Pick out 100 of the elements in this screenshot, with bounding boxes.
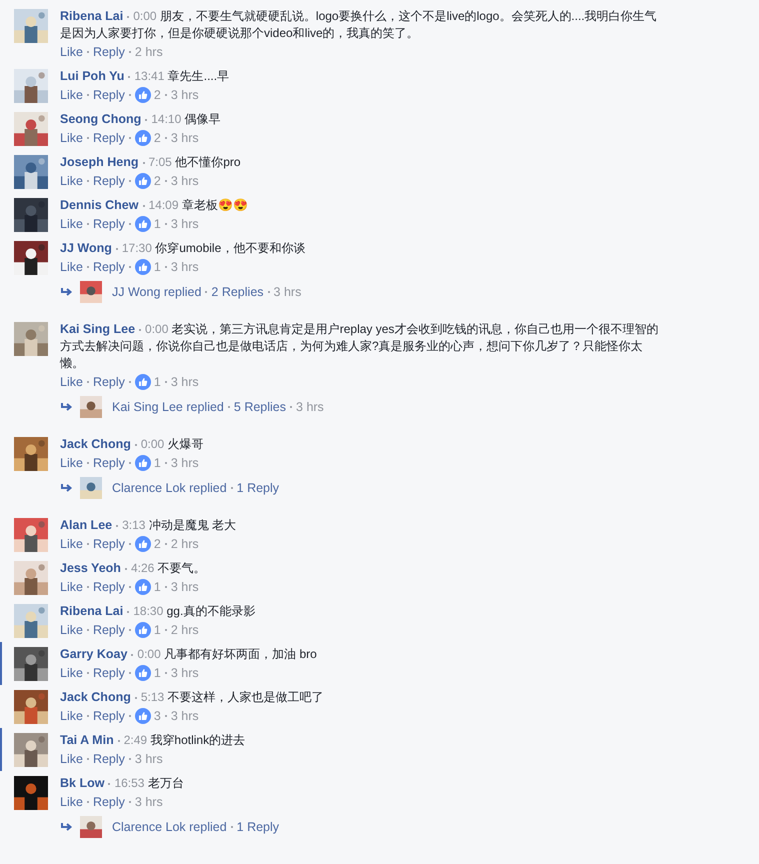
comment-text: Alan Lee 3:13 冲动是魔鬼 老大 — [60, 517, 238, 534]
like-link[interactable]: Like — [60, 258, 83, 276]
thumbs-up-icon — [134, 374, 151, 390]
comment-text: Seong Chong 14:10 偶像早 — [60, 111, 222, 128]
commenter-name-link[interactable]: Ribena Lai — [60, 9, 124, 23]
thumbs-up-icon — [134, 665, 151, 681]
reply-link[interactable]: Reply — [92, 750, 125, 768]
comment-text: Jack Chong 0:00 火爆哥 — [60, 436, 205, 453]
commenter-name-link[interactable]: Dennis Chew — [60, 198, 138, 212]
reply-age: 3 hrs — [296, 400, 324, 414]
commenter-name-link[interactable]: Jack Chong — [60, 437, 131, 451]
like-count[interactable]: 2 — [154, 172, 161, 190]
reply-link[interactable]: Reply — [92, 86, 125, 104]
comment-age[interactable]: 3 hrs — [134, 750, 163, 768]
commenter-name-link[interactable]: Bk Low — [60, 776, 104, 790]
replied-link[interactable]: Kai Sing Lee replied — [112, 400, 224, 414]
like-link[interactable]: Like — [60, 86, 83, 104]
thumbs-up-icon — [134, 173, 151, 189]
comment-age[interactable]: 3 hrs — [134, 793, 163, 811]
like-link[interactable]: Like — [60, 373, 83, 391]
comment-age[interactable]: 2 hrs — [170, 621, 199, 639]
commenter-name-link[interactable]: Lui Poh Yu — [60, 69, 124, 83]
reply-link[interactable]: Reply — [92, 129, 125, 147]
commenter-name-link[interactable]: Ribena Lai — [60, 604, 124, 618]
comment-age[interactable]: 3 hrs — [170, 373, 199, 391]
replies-count-link[interactable]: 1 Reply — [236, 481, 280, 495]
reply-link[interactable]: Reply — [92, 172, 125, 190]
comment-age[interactable]: 3 hrs — [170, 578, 199, 596]
like-count[interactable]: 2 — [154, 535, 161, 553]
like-link[interactable]: Like — [60, 215, 83, 233]
comment-age[interactable]: 3 hrs — [170, 707, 199, 725]
thumbs-up-icon — [134, 579, 151, 595]
thumbs-up-icon — [134, 87, 151, 103]
like-link[interactable]: Like — [60, 43, 83, 61]
like-link[interactable]: Like — [60, 621, 83, 639]
thumbs-up-icon — [134, 259, 151, 275]
like-link[interactable]: Like — [60, 129, 83, 147]
comment-text: Bk Low 16:53 老万台 — [60, 775, 185, 792]
like-link[interactable]: Like — [60, 172, 83, 190]
reply-arrow-icon — [60, 822, 74, 832]
like-count[interactable]: 1 — [154, 454, 161, 472]
commenter-name-link[interactable]: Joseph Heng — [60, 155, 138, 169]
reply-link[interactable]: Reply — [92, 664, 125, 682]
reply-link[interactable]: Reply — [92, 215, 125, 233]
like-count[interactable]: 1 — [154, 621, 161, 639]
like-count[interactable]: 1 — [154, 215, 161, 233]
like-count[interactable]: 1 — [154, 258, 161, 276]
like-count[interactable]: 1 — [154, 373, 161, 391]
like-link[interactable]: Like — [60, 707, 83, 725]
comment-text: JJ Wong 17:30 你穿umobile，他不要和你谈 — [60, 240, 306, 257]
commenter-name-link[interactable]: Garry Koay — [60, 647, 128, 661]
reply-link[interactable]: Reply — [92, 621, 125, 639]
comment-age[interactable]: 2 hrs — [170, 535, 199, 553]
like-link[interactable]: Like — [60, 793, 83, 811]
comment-text: Garry Koay 0:00 凡事都有好坏两面，加油 bro — [60, 646, 318, 663]
replies-count-link[interactable]: 1 Reply — [236, 820, 280, 834]
reply-link[interactable]: Reply — [92, 43, 125, 61]
like-count[interactable]: 1 — [154, 664, 161, 682]
commenter-name-link[interactable]: Jack Chong — [60, 690, 131, 704]
like-count[interactable]: 2 — [154, 86, 161, 104]
like-link[interactable]: Like — [60, 535, 83, 553]
comment-age[interactable]: 3 hrs — [170, 258, 199, 276]
commenter-name-link[interactable]: Alan Lee — [60, 518, 112, 532]
thumbs-up-icon — [134, 216, 151, 232]
replies-count-link[interactable]: 5 Replies — [234, 400, 286, 414]
reply-link[interactable]: Reply — [92, 373, 125, 391]
reply-link[interactable]: Reply — [92, 793, 125, 811]
commenter-name-link[interactable]: Tai A Min — [60, 733, 114, 747]
replied-link[interactable]: Clarence Lok replied — [112, 820, 227, 834]
reply-link[interactable]: Reply — [92, 454, 125, 472]
like-link[interactable]: Like — [60, 664, 83, 682]
like-count[interactable]: 2 — [154, 129, 161, 147]
comment-age[interactable]: 3 hrs — [170, 129, 199, 147]
like-link[interactable]: Like — [60, 578, 83, 596]
thumbs-up-icon — [134, 130, 151, 146]
reply-link[interactable]: Reply — [92, 578, 125, 596]
comment-age[interactable]: 3 hrs — [170, 664, 199, 682]
replied-link[interactable]: JJ Wong replied — [112, 285, 202, 299]
commenter-name-link[interactable]: JJ Wong — [60, 241, 112, 255]
comment-text: Tai A Min 2:49 我穿hotlink的进去 — [60, 732, 246, 749]
like-link[interactable]: Like — [60, 454, 83, 472]
comment-age[interactable]: 3 hrs — [170, 454, 199, 472]
comment-age[interactable]: 2 hrs — [134, 43, 163, 61]
commenter-name-link[interactable]: Kai Sing Lee — [60, 322, 136, 336]
thumbs-up-icon — [134, 622, 151, 638]
reply-link[interactable]: Reply — [92, 258, 125, 276]
reply-link[interactable]: Reply — [92, 535, 125, 553]
comment-age[interactable]: 3 hrs — [170, 172, 199, 190]
comment-age[interactable]: 3 hrs — [170, 215, 199, 233]
reply-link[interactable]: Reply — [92, 707, 125, 725]
like-link[interactable]: Like — [60, 750, 83, 768]
commenter-name-link[interactable]: Jess Yeoh — [60, 561, 121, 575]
comment-age[interactable]: 3 hrs — [170, 86, 199, 104]
replied-link[interactable]: Clarence Lok replied — [112, 481, 227, 495]
comment-text: Jack Chong 5:13 不要这样，人家也是做工吧了 — [60, 689, 325, 706]
like-count[interactable]: 3 — [154, 707, 161, 725]
like-count[interactable]: 1 — [154, 578, 161, 596]
comment-text: Jess Yeoh 4:26 不要气。 — [60, 560, 207, 577]
replies-count-link[interactable]: 2 Replies — [211, 285, 264, 299]
commenter-name-link[interactable]: Seong Chong — [60, 112, 142, 126]
